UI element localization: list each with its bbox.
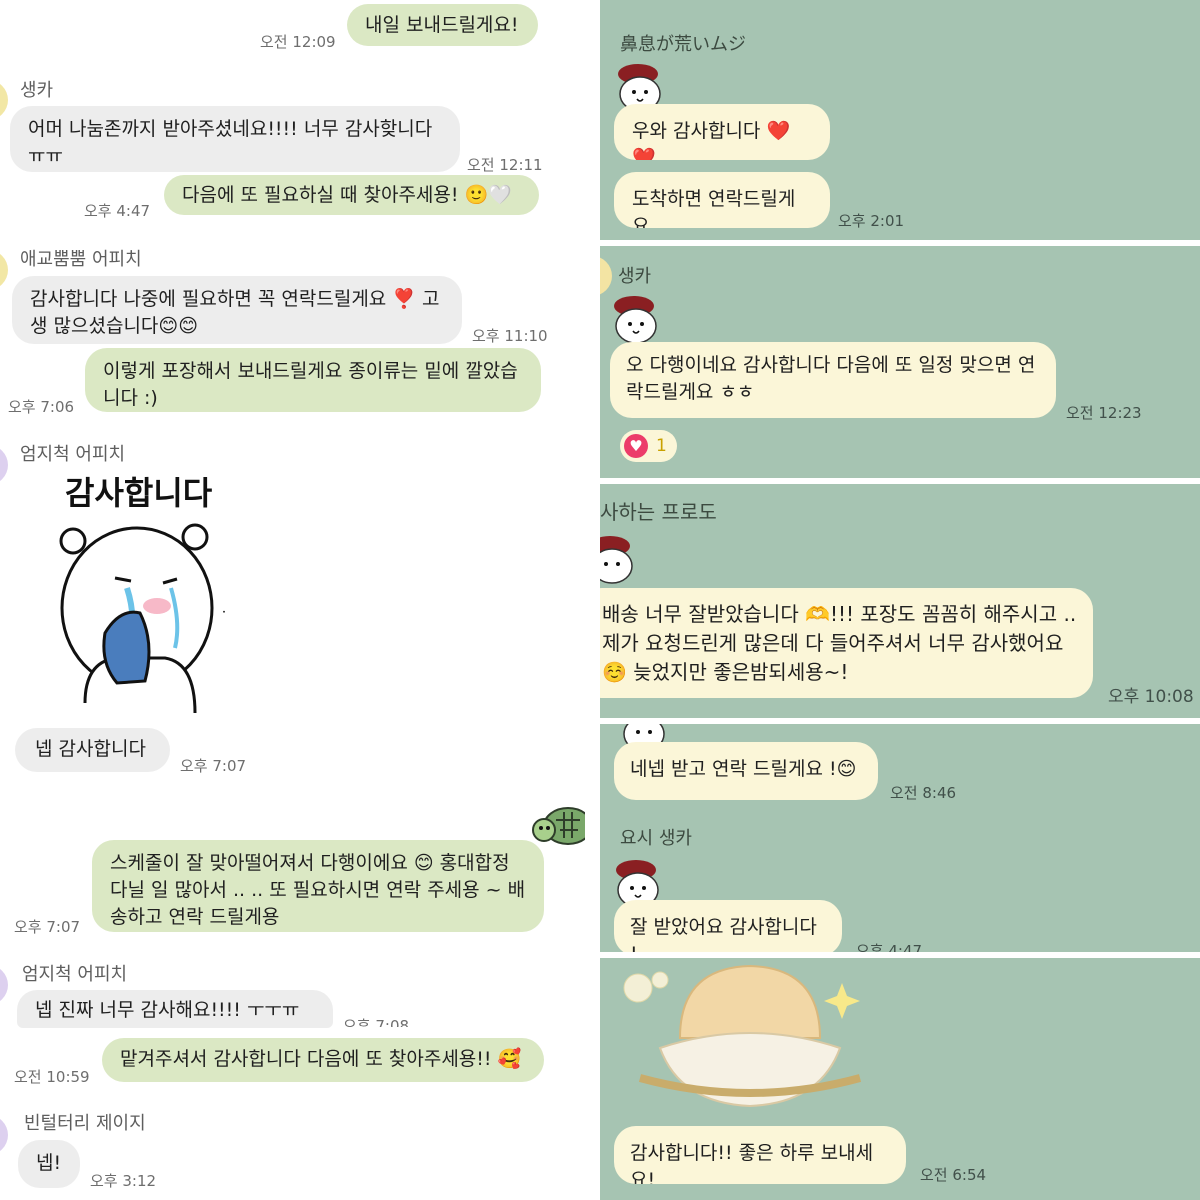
incoming-message-bubble[interactable]: 어머 나눔존까지 받아주셨네요!!!! 너무 감사핮니다 ㅠㅠ <box>10 106 460 172</box>
avatar[interactable] <box>0 80 8 120</box>
outgoing-message-bubble[interactable]: 맡겨주셔서 감사합니다 다음에 또 찾아주세용!! 🥰 <box>102 1038 544 1082</box>
message-time: 오전 12:09 <box>260 33 336 51</box>
berret-bunny-avatar[interactable] <box>608 290 664 346</box>
chat-panel: 鼻息が荒いムジ 우와 감사합니다 ❤️❤️ 도착하면 연락드릴게요 오후 2:0… <box>600 0 1200 240</box>
message-time: 오전 6:54 <box>920 1166 987 1184</box>
sender-name: 생카 <box>20 80 54 101</box>
sender-name: 鼻息が荒いムジ <box>620 34 746 55</box>
sender-name: 사하는 프로도 <box>600 500 717 524</box>
message-text: 스케줄이 잘 맞아떨어져서 다행이에요 😊 홍대합정 다닐 일 많아서 .. .… <box>110 852 526 928</box>
incoming-message-bubble[interactable]: 감사합니다 나중에 필요하면 꼭 연락드릴게요 ❣️ 고생 많으셨습니다😊😊 <box>12 276 462 344</box>
message-time: 오후 7:06 <box>8 398 75 416</box>
avatar[interactable] <box>0 965 8 1005</box>
message-time: 오후 4:47 <box>856 942 923 952</box>
message-text: 배송 너무 잘받았습니다 🫶!!! 포장도 꼼꼼히 해주시고 ..제가 요청드린… <box>602 602 1077 684</box>
message-time: 오후 7:07 <box>14 918 81 936</box>
sender-name: 요시 생카 <box>620 828 692 849</box>
reaction-badge[interactable]: ♥ 1 <box>620 430 677 462</box>
message-time: 오후 2:01 <box>838 212 905 230</box>
crying-sticker: 감사합니다 ˙ <box>45 468 245 718</box>
message-text: 감사합니다 나중에 필요하면 꼭 연락드릴게요 ❣️ 고생 많으셨습니다😊😊 <box>30 288 440 337</box>
chat-panel: 생카 오 다행이네요 감사합니다 다음에 또 일정 맞으면 연락드릴게요 ㅎㅎ … <box>600 246 1200 478</box>
message-text: 네넵 받고 연락 드릴게요 !😊 <box>630 758 857 780</box>
message-time: 오전 12:11 <box>467 156 543 174</box>
sender-name: 빈털터리 제이지 <box>24 1113 146 1134</box>
message-text: 어머 나눔존까지 받아주셨네요!!!! 너무 감사핮니다 ㅠㅠ <box>28 118 433 167</box>
message-time: 오후 4:47 <box>84 202 151 220</box>
message-text: 잘 받았어요 감사합니다 ! <box>630 916 817 952</box>
avatar[interactable] <box>0 250 8 290</box>
sheep-bowl-sticker <box>623 964 862 1108</box>
chat-panel: 네넵 받고 연락 드릴게요 !😊 오전 8:46 요시 생카 잘 받았어요 감사… <box>600 724 1200 952</box>
outgoing-message-bubble[interactable]: 내일 보내드릴게요! <box>347 4 538 46</box>
incoming-message-bubble[interactable]: 넵 진짜 너무 감사해요!!!! ㅜㅜㅠㅠ <box>17 990 333 1028</box>
chat-panel: 감사합니다!! 좋은 하루 보내세요! 오전 6:54 <box>600 958 1200 1200</box>
message-text: 넵! <box>36 1152 62 1174</box>
sender-name: 생카 <box>618 266 652 287</box>
column-divider <box>585 0 600 1200</box>
sender-name: 엄지척 어피치 <box>20 444 126 465</box>
crying-face-icon: ˙ <box>59 523 228 714</box>
message-text: 넵 진짜 너무 감사해요!!!! ㅜㅜㅠㅠ <box>35 999 300 1028</box>
reaction-count: 1 <box>656 436 667 456</box>
avatar[interactable] <box>0 445 8 485</box>
message-time: 오후 11:10 <box>472 327 548 345</box>
berret-bunny-avatar[interactable] <box>600 530 640 586</box>
message-time: 오전 12:23 <box>1066 404 1142 422</box>
heart-reaction-icon: ♥ <box>624 434 648 458</box>
incoming-message-bubble[interactable]: 도착하면 연락드릴게요 <box>614 172 830 228</box>
incoming-message-bubble[interactable]: 오 다행이네요 감사합니다 다음에 또 일정 맞으면 연락드릴게요 ㅎㅎ <box>610 342 1056 418</box>
avatar[interactable] <box>0 1115 8 1155</box>
sender-name: 엄지척 어피치 <box>22 964 128 985</box>
message-time: 오후 7:07 <box>180 757 247 775</box>
incoming-message-bubble[interactable]: 네넵 받고 연락 드릴게요 !😊 <box>614 742 878 800</box>
incoming-message-bubble[interactable]: 넵 감사합니다 <box>15 728 170 772</box>
message-time: 오전 10:59 <box>14 1068 90 1086</box>
message-text: 맡겨주셔서 감사합니다 다음에 또 찾아주세용!! 🥰 <box>120 1048 522 1070</box>
message-text: 감사합니다!! 좋은 하루 보내세요! <box>630 1142 874 1184</box>
message-text: 오 다행이네요 감사합니다 다음에 또 일정 맞으면 연락드릴게요 ㅎㅎ <box>626 354 1036 403</box>
message-text: 우와 감사합니다 ❤️❤️ <box>632 120 791 160</box>
sticker-caption: 감사합니다 <box>65 474 213 512</box>
message-time: 오후 10:08 <box>1108 687 1194 707</box>
message-time: 오전 8:46 <box>890 784 957 802</box>
incoming-message-bubble[interactable]: 감사합니다!! 좋은 하루 보내세요! <box>614 1126 906 1184</box>
message-text: 이렇게 포장해서 보내드릴게요 종이류는 밑에 깔았습니다 :) <box>103 360 518 409</box>
message-text: 내일 보내드릴게요! <box>365 14 519 36</box>
message-time: 오후 3:12 <box>90 1172 157 1190</box>
incoming-message-bubble[interactable]: 배송 너무 잘받았습니다 🫶!!! 포장도 꼼꼼히 해주시고 ..제가 요청드린… <box>600 588 1093 698</box>
chat-panel: 사하는 프로도 배송 너무 잘받았습니다 🫶!!! 포장도 꼼꼼히 해주시고 .… <box>600 484 1200 718</box>
message-text: 다음에 또 필요하실 때 찾아주세용! 🙂🤍 <box>182 184 512 206</box>
message-text: 넵 감사합니다 <box>35 738 146 760</box>
incoming-message-bubble[interactable]: 넵! <box>18 1140 80 1188</box>
message-time: 오후 7:08 <box>343 1017 410 1027</box>
svg-text:˙: ˙ <box>220 608 228 627</box>
sender-name: 애교뿜뿜 어피치 <box>20 249 142 270</box>
incoming-message-bubble[interactable]: 우와 감사합니다 ❤️❤️ <box>614 104 830 160</box>
outgoing-message-bubble[interactable]: 이렇게 포장해서 보내드릴게요 종이류는 밑에 깔았습니다 :) <box>85 348 541 412</box>
incoming-message-bubble[interactable]: 잘 받았어요 감사합니다 ! <box>614 900 842 952</box>
message-text: 도착하면 연락드릴게요 <box>632 188 796 228</box>
outgoing-message-bubble[interactable]: 스케줄이 잘 맞아떨어져서 다행이에요 😊 홍대합정 다닐 일 많아서 .. .… <box>92 840 544 932</box>
outgoing-message-bubble[interactable]: 다음에 또 필요하실 때 찾아주세용! 🙂🤍 <box>164 175 539 215</box>
